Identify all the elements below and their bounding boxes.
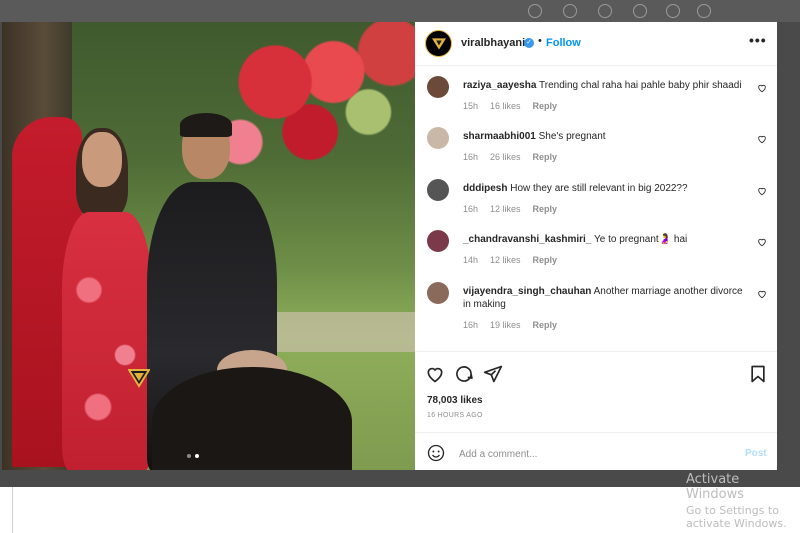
comment-text: dddipesh How they are still relevant in … — [463, 182, 743, 195]
reply-button[interactable]: Reply — [533, 152, 558, 162]
comment-meta: 14h 12 likes Reply — [463, 255, 569, 265]
comment-content: Trending chal raha hai pahle baby phir s… — [539, 80, 742, 91]
author-avatar[interactable] — [425, 30, 452, 57]
activation-title: Activate Windows — [686, 472, 745, 502]
comment-meta: 16h 19 likes Reply — [463, 320, 569, 330]
post-header: viralbhayani ✓ • Follow ••• — [415, 22, 777, 66]
emoji-icon[interactable] — [427, 444, 445, 462]
header-separator: • — [538, 35, 542, 47]
watermark-logo-icon — [128, 369, 150, 388]
comment-bubble-icon[interactable] — [454, 364, 474, 384]
comment-input[interactable] — [457, 444, 731, 464]
new-post-icon[interactable] — [598, 4, 612, 18]
reply-button[interactable]: Reply — [533, 101, 558, 111]
profile-avatar-icon[interactable] — [697, 4, 711, 18]
comment-like-heart-icon[interactable] — [757, 289, 767, 299]
comments-list[interactable]: raziya_aayesha Trending chal raha hai pa… — [415, 66, 777, 351]
commenter-avatar[interactable] — [427, 282, 449, 304]
like-heart-icon[interactable] — [425, 364, 445, 384]
comment-time[interactable]: 15h — [463, 101, 478, 111]
comment-time[interactable]: 16h — [463, 204, 478, 214]
home-icon[interactable] — [528, 4, 542, 18]
comment-like-heart-icon[interactable] — [757, 134, 767, 144]
reply-button[interactable]: Reply — [533, 255, 558, 265]
comment-username[interactable]: dddipesh — [463, 183, 507, 194]
save-bookmark-icon[interactable] — [748, 364, 768, 384]
comment-text: vijayendra_singh_chauhan Another marriag… — [463, 285, 743, 311]
comment-username[interactable]: sharmaabhi001 — [463, 131, 536, 142]
comment-likes[interactable]: 19 likes — [490, 320, 521, 330]
comment-content: She's pregnant — [538, 131, 606, 142]
explore-icon[interactable] — [633, 4, 647, 18]
comment-meta: 16h 12 likes Reply — [463, 204, 569, 214]
more-options-icon[interactable]: ••• — [749, 32, 767, 48]
likes-count[interactable]: 78,003 likes — [427, 395, 483, 406]
commenter-avatar[interactable] — [427, 76, 449, 98]
comment-username[interactable]: _chandravanshi_kashmiri_ — [463, 234, 591, 245]
comment-text: sharmaabhi001 She's pregnant — [463, 130, 743, 143]
comment-content: Ye to pregnant🤰 hai — [594, 234, 688, 245]
post-modal: viralbhayani ✓ • Follow ••• raziya_aayes… — [2, 22, 777, 470]
carousel-dots — [187, 454, 199, 458]
author-logo-icon — [431, 37, 446, 50]
comment-like-heart-icon[interactable] — [757, 83, 767, 93]
reply-button[interactable]: Reply — [533, 204, 558, 214]
messenger-icon[interactable] — [563, 4, 577, 18]
browser-top-bar — [0, 0, 800, 22]
comment-likes[interactable]: 26 likes — [490, 152, 521, 162]
reply-button[interactable]: Reply — [533, 320, 558, 330]
comment-like-heart-icon[interactable] — [757, 237, 767, 247]
commenter-avatar[interactable] — [427, 230, 449, 252]
comment-likes[interactable]: 12 likes — [490, 204, 521, 214]
comment-time[interactable]: 14h — [463, 255, 478, 265]
comment-likes[interactable]: 16 likes — [490, 101, 521, 111]
comment-meta: 15h 16 likes Reply — [463, 101, 569, 111]
comment-time[interactable]: 16h — [463, 320, 478, 330]
post-actions: 78,003 likes 16 HOURS AGO Post — [415, 351, 777, 471]
post-photo[interactable] — [2, 22, 415, 470]
comment-text: raziya_aayesha Trending chal raha hai pa… — [463, 79, 743, 92]
share-send-icon[interactable] — [483, 364, 503, 384]
comment-text: _chandravanshi_kashmiri_ Ye to pregnant🤰… — [463, 233, 743, 246]
photo-woman — [52, 128, 152, 470]
comment-content: How they are still relevant in big 2022?… — [510, 183, 688, 194]
page-bottom-area — [0, 487, 800, 533]
comment-like-heart-icon[interactable] — [757, 186, 767, 196]
comment-username[interactable]: raziya_aayesha — [463, 80, 536, 91]
activation-subtitle: Go to Settings to activate Windows. — [686, 504, 787, 530]
comment-time[interactable]: 16h — [463, 152, 478, 162]
photo-guest-hair — [152, 367, 352, 470]
comment-likes[interactable]: 12 likes — [490, 255, 521, 265]
activity-heart-icon[interactable] — [666, 4, 680, 18]
verified-badge-icon: ✓ — [524, 38, 534, 48]
carousel-dot[interactable] — [187, 454, 191, 458]
follow-button[interactable]: Follow — [546, 37, 581, 49]
commenter-avatar[interactable] — [427, 127, 449, 149]
post-timestamp[interactable]: 16 HOURS AGO — [427, 412, 483, 419]
post-sidebar: viralbhayani ✓ • Follow ••• raziya_aayes… — [415, 22, 777, 470]
divider — [12, 487, 13, 533]
comment-meta: 16h 26 likes Reply — [463, 152, 569, 162]
add-comment-row: Post — [415, 432, 777, 472]
windows-activation-notice: Activate Windows Go to Settings to activ… — [686, 472, 800, 530]
carousel-dot-active[interactable] — [195, 454, 199, 458]
post-comment-button[interactable]: Post — [745, 448, 767, 459]
comment-username[interactable]: vijayendra_singh_chauhan — [463, 286, 591, 297]
commenter-avatar[interactable] — [427, 179, 449, 201]
author-username[interactable]: viralbhayani — [461, 37, 525, 49]
